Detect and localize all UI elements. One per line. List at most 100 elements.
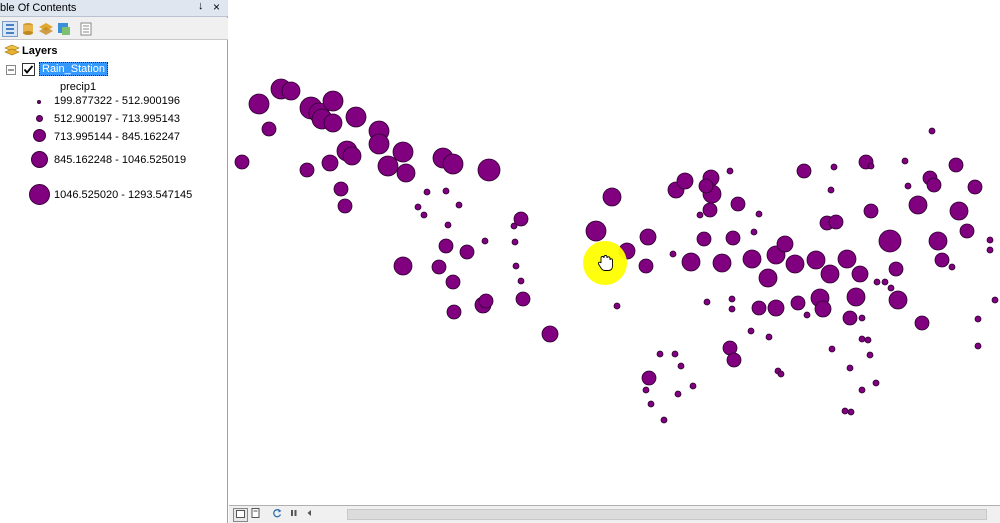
rain-station-point[interactable]: [948, 263, 956, 271]
refresh-icon[interactable]: [271, 508, 284, 520]
rain-station-point[interactable]: [438, 238, 454, 254]
rain-station-point[interactable]: [948, 157, 964, 173]
rain-station-point[interactable]: [681, 252, 701, 272]
rain-station-point[interactable]: [765, 333, 773, 341]
rain-station-point[interactable]: [321, 154, 339, 172]
rain-station-point[interactable]: [858, 386, 866, 394]
rain-station-point[interactable]: [986, 246, 994, 254]
rain-station-point[interactable]: [234, 154, 250, 170]
layout-view-icon[interactable]: [249, 508, 262, 520]
rain-station-point[interactable]: [820, 264, 840, 284]
rain-station-point[interactable]: [827, 186, 835, 194]
rain-station-point[interactable]: [846, 287, 866, 307]
rain-station-point[interactable]: [345, 106, 367, 128]
rain-station-point[interactable]: [872, 379, 880, 387]
rain-station-point[interactable]: [728, 295, 736, 303]
rain-station-point[interactable]: [851, 265, 869, 283]
rain-station-point[interactable]: [878, 229, 902, 253]
close-icon[interactable]: ×: [213, 0, 220, 14]
rain-station-point[interactable]: [446, 304, 462, 320]
rain-station-point[interactable]: [928, 127, 936, 135]
rain-station-point[interactable]: [431, 259, 447, 275]
rain-station-point[interactable]: [248, 93, 270, 115]
horizontal-scrollbar[interactable]: [347, 509, 987, 520]
rain-station-point[interactable]: [517, 277, 525, 285]
rain-station-point[interactable]: [512, 262, 520, 270]
rain-station-point[interactable]: [696, 231, 712, 247]
rain-station-point[interactable]: [742, 249, 762, 269]
scroll-left-icon[interactable]: [303, 508, 316, 520]
rain-station-point[interactable]: [585, 220, 607, 242]
rain-station-point[interactable]: [814, 300, 832, 318]
rain-station-point[interactable]: [669, 250, 677, 258]
rain-station-point[interactable]: [639, 228, 657, 246]
rain-station-point[interactable]: [712, 253, 732, 273]
rain-station-point[interactable]: [991, 296, 999, 304]
pause-icon[interactable]: [287, 508, 300, 520]
rain-station-point[interactable]: [725, 230, 741, 246]
rain-station-point[interactable]: [751, 300, 767, 316]
rain-station-point[interactable]: [393, 256, 413, 276]
rain-station-point[interactable]: [481, 237, 489, 245]
rain-station-point[interactable]: [928, 231, 948, 251]
rain-station-point[interactable]: [702, 202, 718, 218]
rain-station-point[interactable]: [676, 172, 694, 190]
rain-station-point[interactable]: [638, 258, 654, 274]
rain-station-point[interactable]: [986, 236, 994, 244]
rain-station-point[interactable]: [299, 162, 315, 178]
rain-station-point[interactable]: [414, 203, 422, 211]
rain-station-point[interactable]: [803, 311, 811, 319]
rain-station-point[interactable]: [396, 163, 416, 183]
rain-station-point[interactable]: [281, 81, 301, 101]
rain-station-point[interactable]: [444, 221, 452, 229]
rain-station-point[interactable]: [888, 261, 904, 277]
rain-station-point[interactable]: [873, 278, 881, 286]
rain-station-point[interactable]: [511, 238, 519, 246]
list-by-drawing-order-icon[interactable]: [2, 21, 18, 37]
rain-station-point[interactable]: [777, 370, 785, 378]
rain-station-point[interactable]: [842, 310, 858, 326]
rain-station-point[interactable]: [967, 179, 983, 195]
rain-station-point[interactable]: [904, 182, 912, 190]
rain-station-point[interactable]: [671, 350, 679, 358]
rain-station-point[interactable]: [776, 235, 794, 253]
rain-station-point[interactable]: [830, 163, 838, 171]
rain-station-point[interactable]: [934, 252, 950, 268]
rain-station-point[interactable]: [420, 211, 428, 219]
rain-station-point[interactable]: [881, 278, 889, 286]
rain-station-point[interactable]: [477, 158, 501, 182]
rain-station-point[interactable]: [837, 249, 857, 269]
collapse-icon[interactable]: [6, 65, 16, 78]
rain-station-point[interactable]: [858, 314, 866, 322]
rain-station-point[interactable]: [541, 325, 559, 343]
rain-station-point[interactable]: [747, 327, 755, 335]
rain-station-point[interactable]: [755, 210, 763, 218]
pin-icon[interactable]: ↓: [198, 0, 204, 12]
rain-station-point[interactable]: [656, 350, 664, 358]
rain-station-point[interactable]: [726, 352, 742, 368]
rain-station-point[interactable]: [333, 181, 349, 197]
rain-station-point[interactable]: [478, 293, 494, 309]
rain-station-point[interactable]: [696, 211, 704, 219]
scrollbar-thumb[interactable]: [348, 510, 986, 519]
rain-station-point[interactable]: [858, 335, 866, 343]
rain-station-point[interactable]: [423, 188, 431, 196]
list-by-source-icon[interactable]: [20, 21, 36, 37]
rain-station-point[interactable]: [455, 201, 463, 209]
rain-station-point[interactable]: [602, 187, 622, 207]
rain-station-point[interactable]: [949, 201, 969, 221]
rain-station-point[interactable]: [864, 336, 872, 344]
list-by-selection-icon[interactable]: [56, 21, 72, 37]
layer-visibility-checkbox[interactable]: [22, 63, 35, 79]
rain-station-point[interactable]: [867, 162, 875, 170]
rain-station-point[interactable]: [828, 345, 836, 353]
rain-station-point[interactable]: [660, 416, 668, 424]
rain-station-point[interactable]: [323, 113, 343, 133]
rain-station-point[interactable]: [445, 274, 461, 290]
rain-station-point[interactable]: [796, 163, 812, 179]
rain-station-point[interactable]: [730, 196, 746, 212]
rain-station-point[interactable]: [866, 351, 874, 359]
list-by-visibility-icon[interactable]: [38, 21, 54, 37]
rain-station-point[interactable]: [261, 121, 277, 137]
rain-station-point[interactable]: [510, 222, 518, 230]
